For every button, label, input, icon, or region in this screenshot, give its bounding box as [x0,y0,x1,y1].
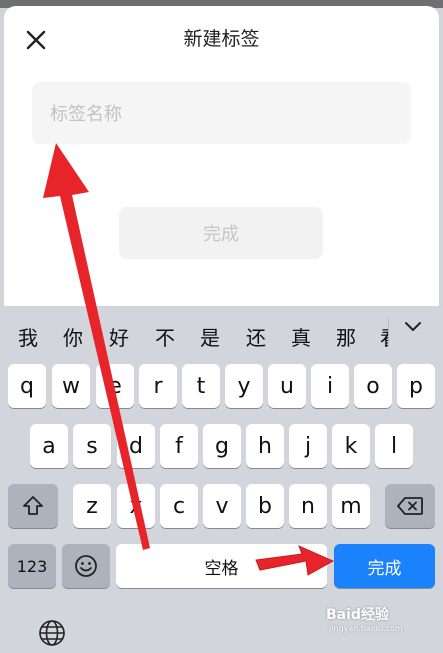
chevron-down-icon[interactable] [404,318,422,336]
watermark-url: jingyan.baidu.com [329,624,403,633]
key-c[interactable]: c [160,484,198,528]
keyboard [0,306,443,653]
space-key[interactable]: 空格 [116,544,327,588]
key-r[interactable]: r [139,364,177,408]
key-q[interactable]: q [8,364,46,408]
key-e[interactable]: e [96,364,134,408]
candidate-word[interactable]: 是 [200,322,220,351]
key-w[interactable]: w [52,364,90,408]
backspace-icon [397,497,423,515]
key-s[interactable]: s [73,424,111,468]
key-p[interactable]: p [397,364,435,408]
key-t[interactable]: t [182,364,220,408]
candidate-divider [388,318,389,346]
numbers-key[interactable]: 123 [8,544,56,588]
candidate-word[interactable]: 还 [246,322,266,351]
key-v[interactable]: v [203,484,241,528]
shift-icon [23,496,43,515]
key-h[interactable]: h [246,424,284,468]
candidate-word[interactable]: 不 [155,322,175,351]
key-a[interactable]: a [30,424,68,468]
candidate-word[interactable]: 好 [109,322,129,351]
key-i[interactable]: i [311,364,349,408]
candidate-word[interactable]: 看 [380,322,388,351]
globe-icon[interactable] [38,619,66,647]
emoji-icon [75,555,97,577]
keyboard-done-button[interactable]: 完成 [334,544,435,588]
candidate-word[interactable]: 那 [336,322,356,351]
key-d[interactable]: d [117,424,155,468]
page-title: 新建标签 [183,28,260,50]
key-m[interactable]: m [332,484,370,528]
emoji-key[interactable] [62,544,110,588]
key-k[interactable]: k [332,424,370,468]
watermark-brand: Baid经验 [326,607,389,623]
candidate-word[interactable]: 你 [63,322,83,351]
key-n[interactable]: n [289,484,327,528]
candidate-word[interactable]: 我 [18,322,38,351]
key-y[interactable]: y [225,364,263,408]
key-g[interactable]: g [203,424,241,468]
backspace-key[interactable] [385,484,435,528]
shift-key[interactable] [8,484,58,528]
key-o[interactable]: o [354,364,392,408]
key-l[interactable]: l [375,424,413,468]
key-b[interactable]: b [246,484,284,528]
key-u[interactable]: u [268,364,306,408]
key-j[interactable]: j [289,424,327,468]
key-z[interactable]: z [73,484,111,528]
tag-name-input[interactable]: 标签名称 [32,82,411,144]
done-button[interactable]: 完成 [119,207,323,259]
key-x[interactable]: x [117,484,155,528]
candidate-word[interactable]: 真 [291,322,311,351]
key-f[interactable]: f [160,424,198,468]
new-tag-sheet [4,6,439,306]
